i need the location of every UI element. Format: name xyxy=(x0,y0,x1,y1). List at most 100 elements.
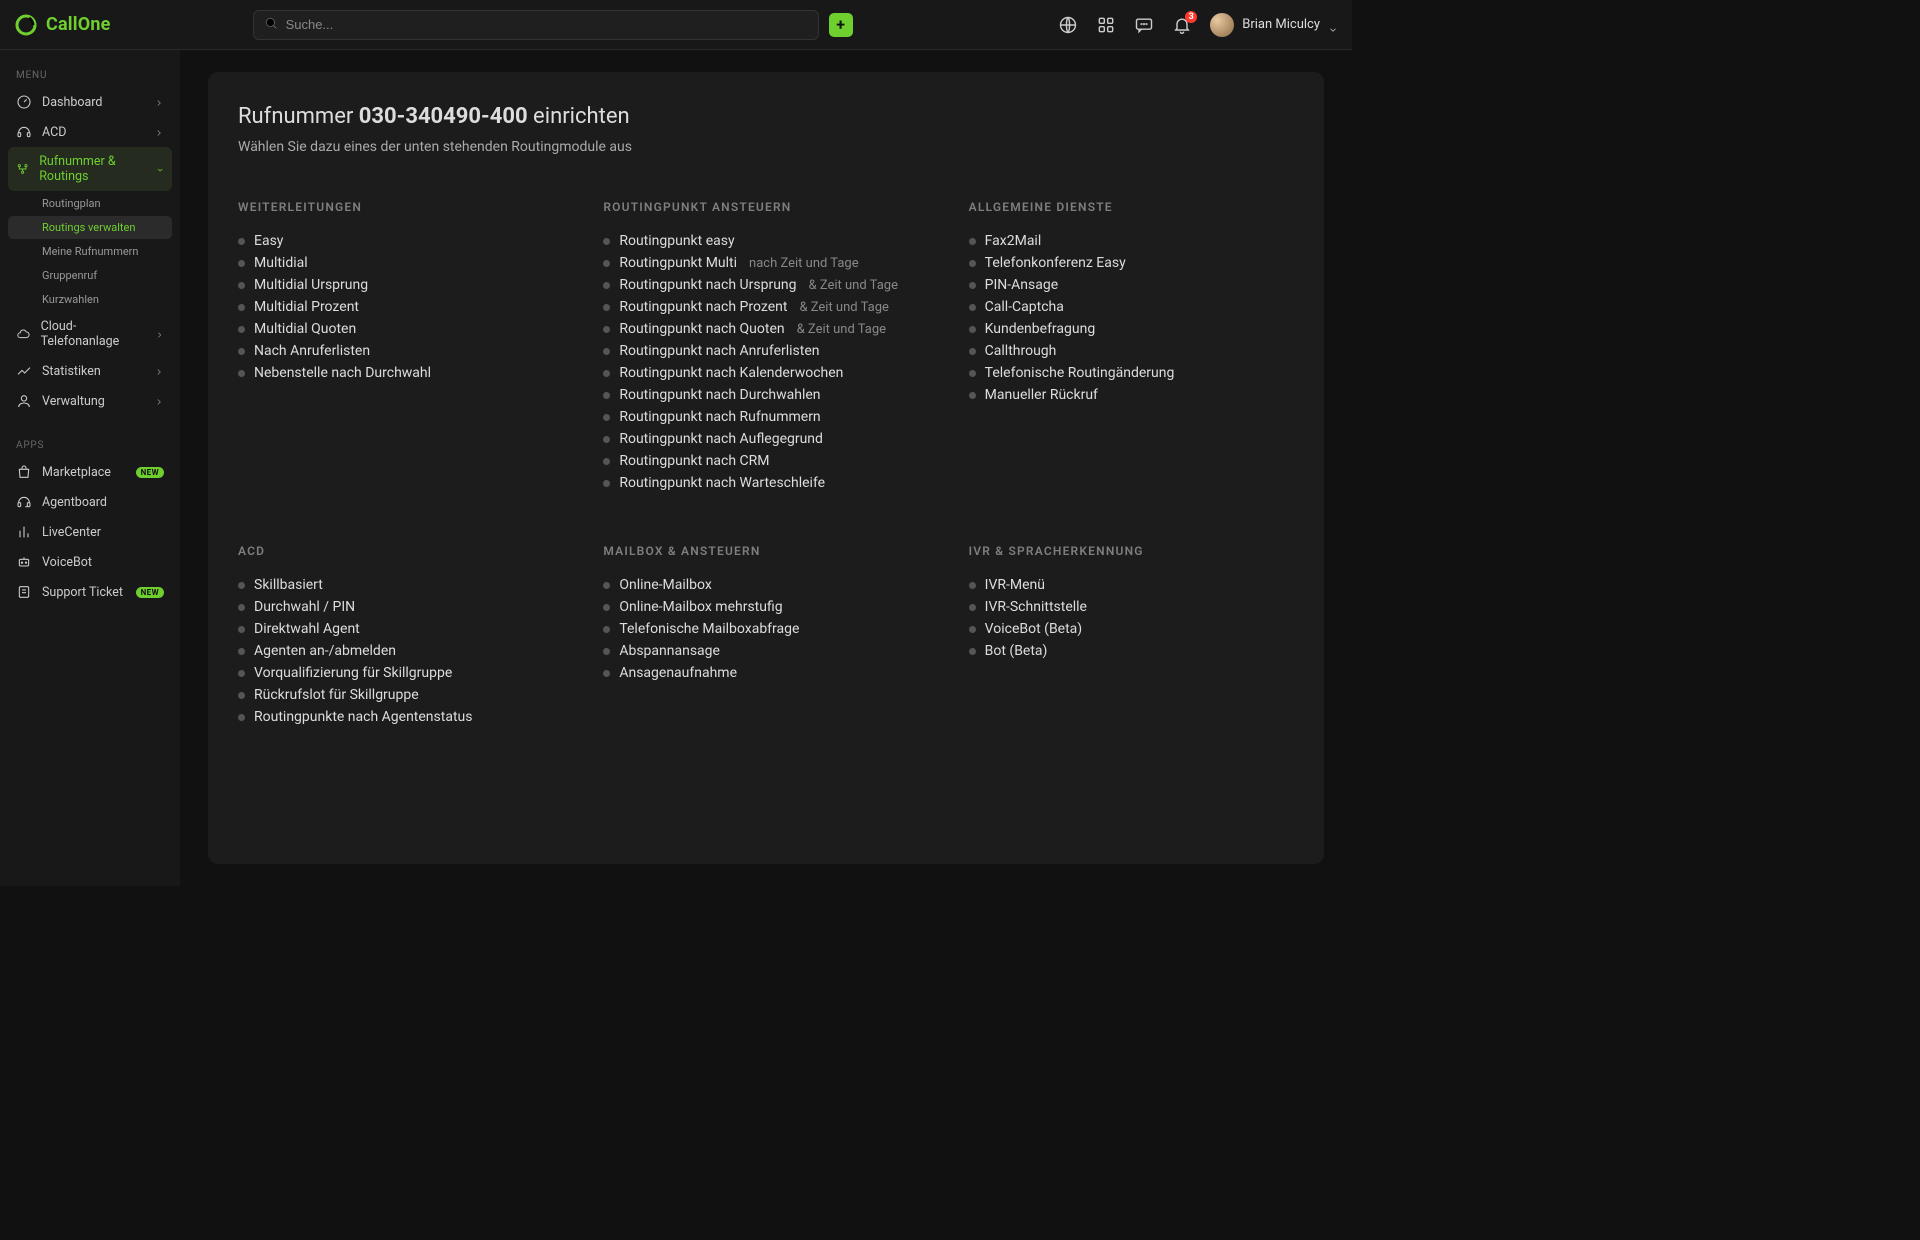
module-item[interactable]: Online-Mailbox mehrstufig xyxy=(603,596,928,618)
module-group-title: ACD xyxy=(238,544,563,558)
chevron-down-icon xyxy=(156,164,164,174)
apps-icon[interactable] xyxy=(1096,15,1116,35)
user-menu[interactable]: Brian Miculcy xyxy=(1210,13,1338,37)
module-item[interactable]: Routingpunkt nach Anruferlisten xyxy=(603,340,928,362)
sidebar-subitem-meine-rufnummern[interactable]: Meine Rufnummern xyxy=(8,240,172,263)
search-field[interactable] xyxy=(286,17,808,32)
bullet-icon xyxy=(238,670,245,677)
sidebar-subitem-routingplan[interactable]: Routingplan xyxy=(8,192,172,215)
chevron-right-icon xyxy=(154,127,164,137)
module-item[interactable]: Routingpunkt nach Ursprung& Zeit und Tag… xyxy=(603,274,928,296)
module-item[interactable]: Routingpunkt nach CRM xyxy=(603,450,928,472)
globe-icon[interactable] xyxy=(1058,15,1078,35)
search-input[interactable] xyxy=(253,10,819,40)
sidebar-item-marketplace[interactable]: Marketplace NEW xyxy=(8,457,172,487)
module-item[interactable]: Call-Captcha xyxy=(969,296,1294,318)
module-item[interactable]: Nebenstelle nach Durchwahl xyxy=(238,362,563,384)
sidebar-item-rufnummer[interactable]: Rufnummer & Routings xyxy=(8,147,172,191)
module-item[interactable]: Routingpunkt nach Durchwahlen xyxy=(603,384,928,406)
module-item[interactable]: Routingpunkte nach Agentenstatus xyxy=(238,706,563,728)
module-item[interactable]: IVR-Schnittstelle xyxy=(969,596,1294,618)
module-item[interactable]: Routingpunkt nach Warteschleife xyxy=(603,472,928,494)
headset-icon xyxy=(16,124,32,140)
bullet-icon xyxy=(603,392,610,399)
module-item[interactable]: Agenten an-/abmelden xyxy=(238,640,563,662)
module-item[interactable]: Routingpunkt nach Prozent& Zeit und Tage xyxy=(603,296,928,318)
sidebar-item-acd[interactable]: ACD xyxy=(8,117,172,147)
chat-icon[interactable] xyxy=(1134,15,1154,35)
module-item[interactable]: PIN-Ansage xyxy=(969,274,1294,296)
module-item[interactable]: Easy xyxy=(238,230,563,252)
module-item[interactable]: Skillbasiert xyxy=(238,574,563,596)
chart-icon xyxy=(16,363,32,379)
module-item[interactable]: Telefonkonferenz Easy xyxy=(969,252,1294,274)
module-item[interactable]: Multidial Quoten xyxy=(238,318,563,340)
module-item[interactable]: Multidial Ursprung xyxy=(238,274,563,296)
module-item-label: Routingpunkt Multi xyxy=(619,255,737,271)
module-item[interactable]: Telefonische Mailboxabfrage xyxy=(603,618,928,640)
bullet-icon xyxy=(238,260,245,267)
module-item[interactable]: Online-Mailbox xyxy=(603,574,928,596)
module-item[interactable]: Callthrough xyxy=(969,340,1294,362)
module-item[interactable]: VoiceBot (Beta) xyxy=(969,618,1294,640)
module-item[interactable]: Fax2Mail xyxy=(969,230,1294,252)
module-item[interactable]: Durchwahl / PIN xyxy=(238,596,563,618)
module-item[interactable]: Routingpunkt easy xyxy=(603,230,928,252)
module-item[interactable]: Rückrufslot für Skillgruppe xyxy=(238,684,563,706)
bullet-icon xyxy=(603,238,610,245)
module-item[interactable]: Nach Anruferlisten xyxy=(238,340,563,362)
module-item-label: PIN-Ansage xyxy=(985,277,1059,293)
module-item[interactable]: Multidial Prozent xyxy=(238,296,563,318)
module-item[interactable]: Bot (Beta) xyxy=(969,640,1294,662)
module-item[interactable]: IVR-Menü xyxy=(969,574,1294,596)
sidebar-subitem-gruppenruf[interactable]: Gruppenruf xyxy=(8,264,172,287)
sidebar-item-label: Marketplace xyxy=(42,465,111,480)
search-icon xyxy=(264,15,278,34)
gauge-icon xyxy=(16,94,32,110)
page-title: Rufnummer 030-340490-400 einrichten xyxy=(238,104,1294,129)
bullet-icon xyxy=(969,370,976,377)
chevron-right-icon xyxy=(154,396,164,406)
bullet-icon xyxy=(603,436,610,443)
sidebar-item-verwaltung[interactable]: Verwaltung xyxy=(8,386,172,416)
bullet-icon xyxy=(603,370,610,377)
bag-icon xyxy=(16,464,32,480)
sidebar-item-voicebot[interactable]: VoiceBot xyxy=(8,547,172,577)
module-item-label: Telefonkonferenz Easy xyxy=(985,255,1126,271)
module-item[interactable]: Abspannansage xyxy=(603,640,928,662)
module-item[interactable]: Vorqualifizierung für Skillgruppe xyxy=(238,662,563,684)
sidebar-item-dashboard[interactable]: Dashboard xyxy=(8,87,172,117)
header: CallOne + xyxy=(0,0,1352,50)
module-item[interactable]: Routingpunkt nach Quoten& Zeit und Tage xyxy=(603,318,928,340)
module-item[interactable]: Multidial xyxy=(238,252,563,274)
bullet-icon xyxy=(238,648,245,655)
module-item[interactable]: Direktwahl Agent xyxy=(238,618,563,640)
module-item-label: Rückrufslot für Skillgruppe xyxy=(254,687,419,703)
module-item[interactable]: Routingpunkt nach Rufnummern xyxy=(603,406,928,428)
module-item[interactable]: Ansagenaufnahme xyxy=(603,662,928,684)
module-item[interactable]: Routingpunkt Multinach Zeit und Tage xyxy=(603,252,928,274)
sidebar-subitem-kurzwahlen[interactable]: Kurzwahlen xyxy=(8,288,172,311)
add-button[interactable]: + xyxy=(829,13,853,37)
module-item[interactable]: Routingpunkt nach Kalenderwochen xyxy=(603,362,928,384)
sidebar-subitem-routings-verwalten[interactable]: Routings verwalten xyxy=(8,216,172,239)
module-item-label: Routingpunkt nach Ursprung xyxy=(619,277,796,293)
module-group-title: IVR & SPRACHERKENNUNG xyxy=(969,544,1294,558)
module-item[interactable]: Telefonische Routingänderung xyxy=(969,362,1294,384)
module-item-label: Multidial Prozent xyxy=(254,299,359,315)
module-item[interactable]: Routingpunkt nach Auflegegrund xyxy=(603,428,928,450)
sidebar-item-label: Dashboard xyxy=(42,95,102,110)
sidebar-item-support-ticket[interactable]: Support Ticket NEW xyxy=(8,577,172,607)
module-item[interactable]: Kundenbefragung xyxy=(969,318,1294,340)
module-item-label: Routingpunkt nach Durchwahlen xyxy=(619,387,820,403)
sidebar-item-cloud[interactable]: Cloud-Telefonanlage xyxy=(8,312,172,356)
chevron-down-icon xyxy=(1328,20,1338,30)
sidebar-item-livecenter[interactable]: LiveCenter xyxy=(8,517,172,547)
module-item[interactable]: Manueller Rückruf xyxy=(969,384,1294,406)
sidebar-item-statistiken[interactable]: Statistiken xyxy=(8,356,172,386)
main-content: Rufnummer 030-340490-400 einrichten Wähl… xyxy=(180,50,1352,886)
logo[interactable]: CallOne xyxy=(14,13,111,37)
bullet-icon xyxy=(603,670,610,677)
notifications-button[interactable]: 3 xyxy=(1172,15,1192,35)
sidebar-item-agentboard[interactable]: Agentboard xyxy=(8,487,172,517)
